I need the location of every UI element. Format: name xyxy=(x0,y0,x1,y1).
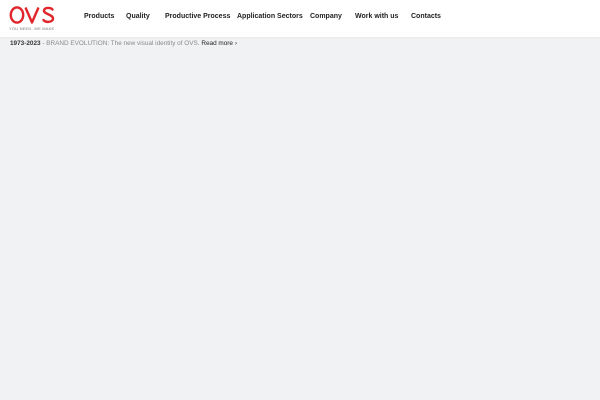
nav-item-productive-process[interactable]: Productive Process xyxy=(165,13,230,20)
read-more-link[interactable]: Read more xyxy=(201,40,233,47)
ovs-logo-mark xyxy=(9,6,55,24)
nav-item-quality[interactable]: Quality xyxy=(126,13,150,20)
announcement-text: BRAND EVOLUTION: The new visual identity… xyxy=(46,40,200,47)
logo-tagline: YOU NEED, WE MAKE xyxy=(9,26,55,31)
announcement-bar: 1973-2023 - BRAND EVOLUTION: The new vis… xyxy=(10,39,237,49)
nav-item-products[interactable]: Products xyxy=(84,13,114,20)
nav-item-work-with-us[interactable]: Work with us xyxy=(355,13,398,20)
ovs-logo[interactable]: YOU NEED, WE MAKE xyxy=(9,5,59,33)
nav-item-application-sectors[interactable]: Application Sectors xyxy=(237,13,303,20)
nav-item-company[interactable]: Company xyxy=(310,13,342,20)
site-header: YOU NEED, WE MAKE Products Quality Produ… xyxy=(0,0,600,37)
chevron-right-icon[interactable]: › xyxy=(235,41,237,47)
announcement-years: 1973-2023 xyxy=(10,40,41,47)
nav-item-contacts[interactable]: Contacts xyxy=(411,13,441,20)
